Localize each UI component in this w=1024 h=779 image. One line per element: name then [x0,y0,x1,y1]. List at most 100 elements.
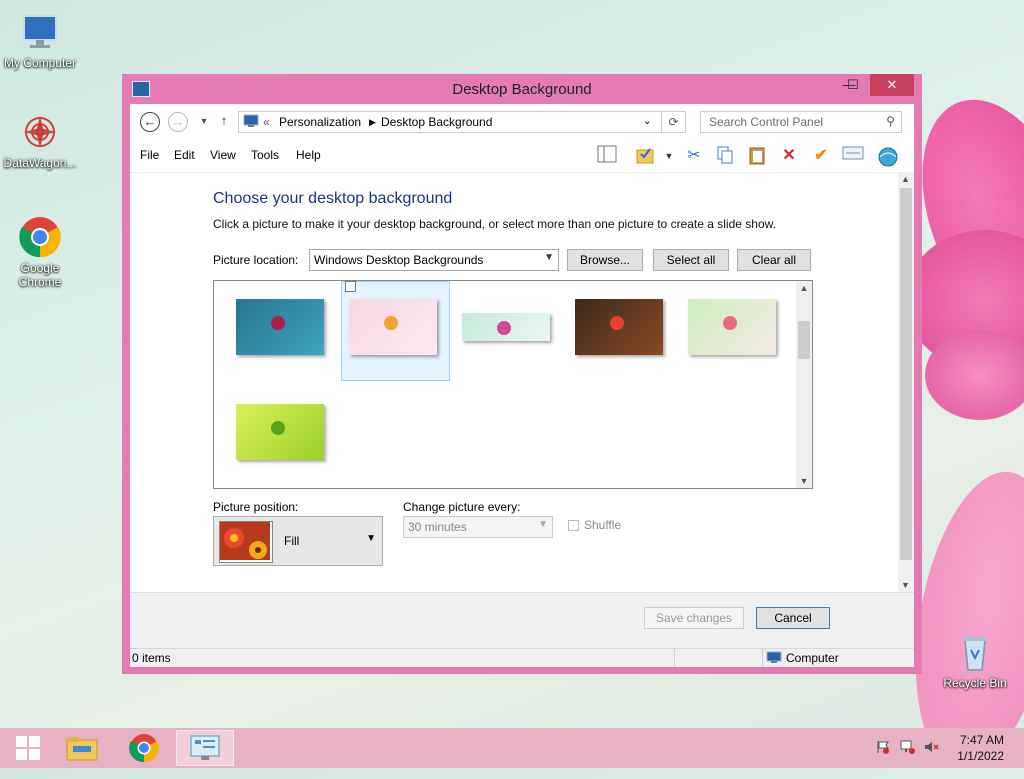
forward-button[interactable]: → [168,112,188,132]
change-picture-label: Change picture every: [403,500,521,514]
flower-motif [271,420,286,435]
layout-pane-icon[interactable] [596,145,618,167]
breadcrumb-desktop-background[interactable]: Desktop Background [381,115,492,129]
window-scrollbar-thumb[interactable] [900,188,912,560]
save-changes-button[interactable]: Save changes [644,607,744,629]
status-divider [674,649,675,667]
start-button[interactable] [0,730,56,766]
change-picture-select[interactable]: 30 minutes ▼ [403,516,553,538]
maximize-button[interactable]: ☐ [836,74,870,96]
scroll-down-icon[interactable]: ▼ [901,580,910,590]
taskbar: 7:47 AM 1/1/2022 [0,728,1024,768]
control-panel-icon [189,735,221,765]
picture-position-label: Picture position: [213,500,299,514]
close-button[interactable]: ✕ [870,74,914,96]
wallpaper-thumbnail[interactable] [236,404,324,460]
properties-folder-icon[interactable] [634,145,656,167]
scroll-up-icon[interactable]: ▲ [796,283,812,293]
scroll-down-icon[interactable]: ▼ [796,476,812,486]
desktop-icon-recycle-bin[interactable]: Recycle Bin [935,630,1015,690]
cancel-button[interactable]: Cancel [756,607,830,629]
chevron-down-icon[interactable]: ⌄ [643,116,651,127]
system-clock[interactable]: 7:47 AM 1/1/2022 [957,732,1004,764]
wallpaper-thumbnail[interactable] [462,313,550,341]
back-button[interactable]: ← [140,112,160,132]
picture-location-select[interactable]: Windows Desktop Backgrounds ▼ [309,249,559,271]
wallpaper-thumbnail[interactable] [236,299,324,355]
position-preview-image [219,521,273,563]
wallpaper-thumbnail[interactable] [575,299,663,355]
breadcrumb-separator-icon[interactable]: ▶ [369,117,376,128]
refresh-button[interactable]: ⟳ [662,111,686,133]
file-explorer-taskbar-button[interactable] [54,730,110,766]
copy-icon[interactable] [714,145,736,167]
action-center-icon[interactable] [876,740,890,757]
menu-bar: File Edit View Tools Help ▼ ✂ ✕ ✔ [130,142,914,170]
chrome-taskbar-button[interactable] [116,730,172,766]
title-bar[interactable]: Desktop Background — ☐ ✕ [122,74,922,104]
desktop-icon-label: My Computer [3,56,77,70]
network-icon[interactable] [900,740,916,757]
flower-motif [384,315,399,330]
up-button[interactable]: ↑ [214,112,234,132]
properties-icon[interactable] [842,145,864,167]
shuffle-label: Shuffle [584,518,622,532]
chevron-down-icon: ▼ [538,519,548,530]
recent-pages-button[interactable]: ▼ [194,112,214,132]
picture-position-select[interactable]: Fill ▼ [213,516,383,566]
desktop-icon-my-computer[interactable]: My Computer [0,10,80,70]
paste-icon[interactable] [746,145,768,167]
desktop-icon-label: Google Chrome [18,261,62,289]
volume-muted-icon[interactable] [924,740,940,757]
picture-gallery[interactable]: ▲ ▼ [213,280,813,489]
menu-tools[interactable]: Tools [251,148,279,162]
wallpaper-thumbnail[interactable] [688,299,776,355]
cut-icon[interactable]: ✂ [683,145,705,167]
breadcrumb-personalization[interactable]: Personalization [279,115,361,129]
page-title: Choose your desktop background [213,190,453,207]
clock-time: 7:47 AM [959,733,1004,747]
gallery-scrollbar[interactable]: ▲ ▼ [796,281,812,488]
recycle-bin-icon [953,630,997,674]
flower-motif [610,315,625,330]
breadcrumb-overflow[interactable]: « [263,115,270,129]
picture-location-label: Picture location: [213,253,299,267]
checkmark-icon[interactable]: ✔ [810,145,832,167]
desktop-icon-label: Recycle Bin [943,676,1007,690]
status-divider [762,649,763,667]
menu-view[interactable]: View [210,148,236,162]
scroll-up-icon[interactable]: ▲ [901,174,910,184]
desktop-icon-label: DataWagon... [3,156,77,170]
address-bar[interactable]: « Personalization ▶ Desktop Background ⌄ [238,111,662,133]
window-title: Desktop Background [452,81,592,98]
control-panel-taskbar-button[interactable] [176,730,234,766]
content-area: Choose your desktop background Click a p… [130,172,914,593]
desktop-icon-datawagon[interactable]: DataWagon... [0,110,80,170]
browse-button[interactable]: Browse... [567,249,643,271]
select-all-button[interactable]: Select all [653,249,729,271]
window-scrollbar[interactable]: ▲ ▼ [898,172,914,592]
status-location: Computer [786,651,839,665]
control-panel-window: Desktop Background — ☐ ✕ ← → ▼ ↑ « Perso… [122,74,922,674]
search-input[interactable]: Search Control Panel ⚲ [700,111,902,133]
chrome-icon [128,734,160,767]
delete-icon[interactable]: ✕ [778,145,800,167]
search-icon: ⚲ [886,114,895,128]
clear-all-button[interactable]: Clear all [737,249,811,271]
chevron-down-icon[interactable]: ▼ [662,145,676,167]
menu-edit[interactable]: Edit [174,148,195,162]
chrome-icon [18,215,62,259]
shuffle-checkbox[interactable] [568,520,579,531]
window-client: ← → ▼ ↑ « Personalization ▶ Desktop Back… [130,104,914,667]
menu-help[interactable]: Help [296,148,321,162]
clock-date: 1/1/2022 [957,749,1004,763]
wallpaper-thumbnail[interactable] [349,299,437,355]
computer-icon [766,651,782,667]
desktop-icon-google-chrome[interactable]: Google Chrome [0,215,80,289]
gallery-scrollbar-thumb[interactable] [798,321,810,359]
globe-shell-icon[interactable] [876,145,900,167]
menu-file[interactable]: File [140,148,159,162]
flower-motif [271,315,286,330]
thumbnail-checkbox[interactable] [345,281,356,292]
folder-icon [65,737,99,765]
